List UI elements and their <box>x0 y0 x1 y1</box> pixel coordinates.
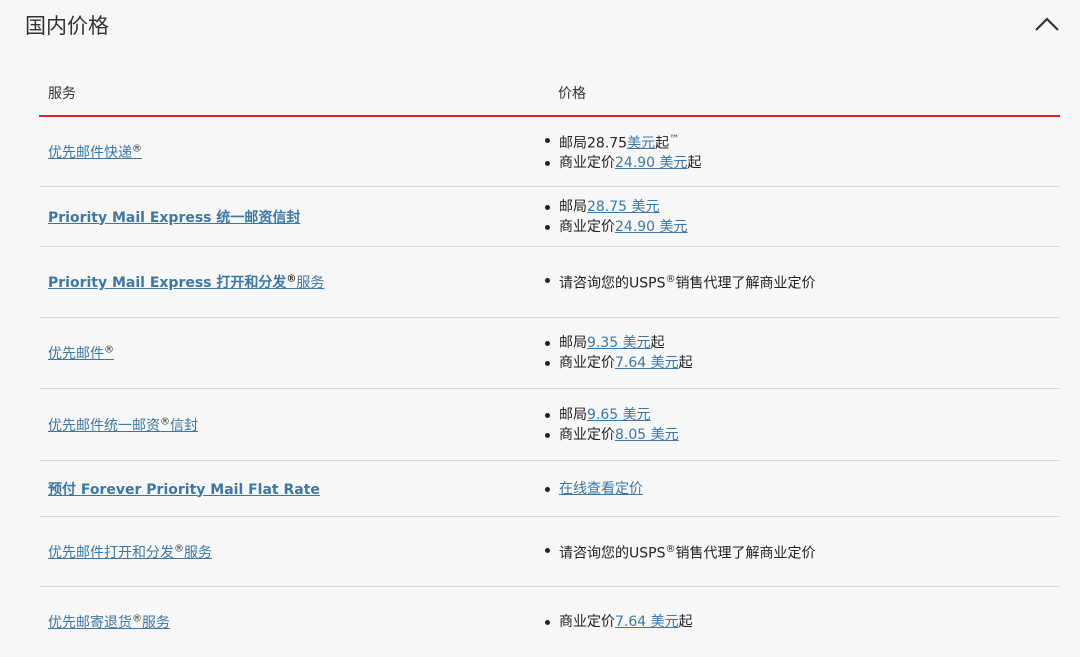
service-link[interactable]: 优先邮件打开和分发®服务 <box>48 542 212 561</box>
price-link[interactable]: 9.35 美元 <box>587 335 651 351</box>
service-cell: 预付 Forever Priority Mail Flat Rate <box>39 479 540 499</box>
service-cell: Priority Mail Express 打开和分发®服务 <box>39 272 540 292</box>
service-label: 优先邮件 <box>48 346 104 362</box>
price-prefix: 邮局28.75 <box>559 135 628 152</box>
list-item: 邮局28.75美元起™ <box>540 130 702 154</box>
list-item: 商业定价7.64 美元起 <box>540 353 693 373</box>
list-item: 邮局28.75 美元 <box>540 197 688 217</box>
service-label: 优先邮件快递 <box>48 144 132 161</box>
service-label-tail: 服务 <box>142 615 170 631</box>
price-prefix: 商业定价 <box>559 426 615 443</box>
service-cell: 优先邮寄退货®服务 <box>39 612 540 632</box>
chevron-up-icon <box>1035 17 1059 31</box>
trademark-mark: ™ <box>669 133 680 145</box>
price-suffix: 起 <box>687 155 702 172</box>
price-prefix: 商业定价 <box>559 614 615 630</box>
price-cell: 邮局9.65 美元 商业定价8.05 美元 <box>540 405 679 445</box>
list-item: 商业定价7.64 美元起 <box>540 612 693 632</box>
price-suffix: 起 <box>655 135 670 152</box>
registered-mark: ® <box>132 142 142 154</box>
price-link[interactable]: 8.05 美元 <box>615 427 679 443</box>
price-prefix: 商业定价 <box>559 218 615 235</box>
price-link[interactable]: 24.90 美元 <box>615 155 688 171</box>
price-prefix: 邮局 <box>559 335 587 351</box>
column-header-service: 服务 <box>48 85 76 102</box>
registered-mark: ® <box>665 543 676 555</box>
service-cell: 优先邮件快递® <box>39 142 540 162</box>
price-prefix: 邮局 <box>559 406 587 423</box>
service-link[interactable]: 优先邮件® <box>48 344 114 362</box>
table-row: 优先邮寄退货®服务 商业定价7.64 美元起 <box>39 587 1060 657</box>
price-cell: 邮局9.35 美元起 商业定价7.64 美元起 <box>540 333 693 373</box>
service-cell: Priority Mail Express 统一邮资信封 <box>39 207 540 227</box>
price-prefix: 请咨询您的USPS <box>559 545 666 562</box>
table-row: Priority Mail Express 统一邮资信封 邮局28.75 美元 … <box>39 187 1060 247</box>
service-label: 优先邮寄退货 <box>48 615 132 631</box>
price-prefix: 请咨询您的USPS <box>559 275 666 292</box>
registered-mark: ® <box>160 415 170 427</box>
price-link[interactable]: 28.75 美元 <box>587 199 660 215</box>
service-link[interactable]: 优先邮寄退货®服务 <box>48 613 170 631</box>
list-item: 商业定价24.90 美元 <box>540 217 688 237</box>
price-cell: 邮局28.75 美元 商业定价24.90 美元 <box>540 197 688 237</box>
service-link[interactable]: 预付 Forever Priority Mail Flat Rate <box>48 482 320 498</box>
service-link[interactable]: 优先邮件快递® <box>48 142 142 161</box>
price-prefix: 邮局 <box>559 198 587 215</box>
service-cell: 优先邮件打开和分发®服务 <box>39 542 540 562</box>
price-link[interactable]: 7.64 美元 <box>615 614 679 630</box>
list-item: 请咨询您的USPS®销售代理了解商业定价 <box>540 270 815 294</box>
table-row: Priority Mail Express 打开和分发®服务 请咨询您的USPS… <box>39 247 1060 318</box>
service-label: 优先邮件打开和分发 <box>48 544 174 561</box>
price-cell: 请咨询您的USPS®销售代理了解商业定价 <box>540 540 815 564</box>
price-cell: 商业定价7.64 美元起 <box>540 612 693 632</box>
price-suffix: 起 <box>678 614 693 630</box>
price-suffix: 起 <box>650 335 665 351</box>
list-item: 商业定价8.05 美元 <box>540 425 679 445</box>
service-link[interactable]: Priority Mail Express 统一邮资信封 <box>48 210 300 226</box>
table-row: 优先邮件快递® 邮局28.75美元起™ 商业定价24.90 美元起 <box>39 117 1060 187</box>
table-row: 优先邮件统一邮资®信封 邮局9.65 美元 商业定价8.05 美元 <box>39 389 1060 461</box>
service-cell: 优先邮件® <box>39 343 540 363</box>
list-item: 邮局9.65 美元 <box>540 405 679 425</box>
view-pricing-online-link[interactable]: 在线查看定价 <box>559 481 643 497</box>
list-item: 邮局9.35 美元起 <box>540 333 693 353</box>
list-item: 请咨询您的USPS®销售代理了解商业定价 <box>540 540 815 564</box>
collapse-button[interactable] <box>1034 16 1062 40</box>
price-prefix: 商业定价 <box>559 355 615 371</box>
list-item: 商业定价24.90 美元起 <box>540 153 702 173</box>
table-header: 服务 价格 <box>39 70 1060 117</box>
registered-mark: ® <box>174 542 184 554</box>
registered-mark: ® <box>104 344 114 356</box>
list-item: 在线查看定价 <box>540 479 643 499</box>
price-link[interactable]: 9.65 美元 <box>587 407 651 423</box>
service-label: Priority Mail Express 打开和分发 <box>48 275 287 291</box>
price-link[interactable]: 7.64 美元 <box>615 355 679 371</box>
service-label-tail: 服务 <box>296 275 325 291</box>
price-link[interactable]: 美元 <box>627 135 655 151</box>
service-cell: 优先邮件统一邮资®信封 <box>39 415 540 435</box>
column-header-price: 价格 <box>558 85 586 102</box>
price-suffix: 销售代理了解商业定价 <box>675 545 816 562</box>
price-prefix: 商业定价 <box>559 155 615 172</box>
service-label-tail: 信封 <box>170 417 198 434</box>
section-title: 国内价格 <box>25 14 109 38</box>
price-link[interactable]: 24.90 美元 <box>615 219 688 235</box>
registered-mark: ® <box>665 274 676 286</box>
registered-mark: ® <box>132 613 142 625</box>
price-cell: 在线查看定价 <box>540 479 643 499</box>
table-row: 优先邮件打开和分发®服务 请咨询您的USPS®销售代理了解商业定价 <box>39 517 1060 587</box>
service-link[interactable]: Priority Mail Express 打开和分发®服务 <box>48 273 325 291</box>
price-suffix: 起 <box>678 355 693 371</box>
service-link[interactable]: 优先邮件统一邮资®信封 <box>48 415 198 434</box>
service-label: 优先邮件统一邮资 <box>48 417 160 434</box>
price-table: 服务 价格 优先邮件快递® 邮局28.75美元起™ 商业定价24.90 美元起 … <box>39 70 1060 657</box>
price-cell: 邮局28.75美元起™ 商业定价24.90 美元起 <box>540 130 702 174</box>
price-suffix: 销售代理了解商业定价 <box>675 275 816 292</box>
service-label-tail: 服务 <box>184 544 212 561</box>
table-row: 预付 Forever Priority Mail Flat Rate 在线查看定… <box>39 461 1060 517</box>
table-row: 优先邮件® 邮局9.35 美元起 商业定价7.64 美元起 <box>39 318 1060 389</box>
price-cell: 请咨询您的USPS®销售代理了解商业定价 <box>540 270 815 294</box>
registered-mark: ® <box>286 273 297 285</box>
